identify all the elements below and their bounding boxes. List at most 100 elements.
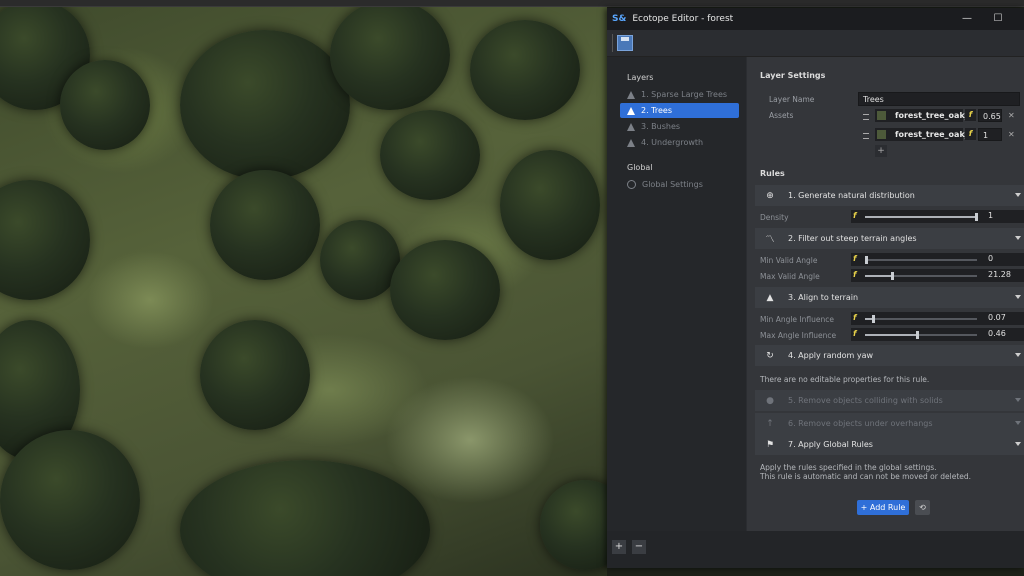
chevron-down-icon[interactable] bbox=[1015, 442, 1021, 446]
min-angle-influence-slider[interactable]: f 0.07 bbox=[851, 312, 1024, 325]
asset-field[interactable]: forest_tree_oak_ bbox=[875, 128, 969, 141]
drag-handle-icon[interactable] bbox=[863, 133, 869, 139]
mountain-icon: ▲ bbox=[766, 292, 774, 303]
f-badge-icon: f bbox=[965, 128, 976, 140]
rule-label: 2. Filter out steep terrain angles bbox=[788, 234, 917, 243]
tree-icon bbox=[627, 138, 635, 147]
globe-icon bbox=[627, 180, 636, 189]
rule-label: 6. Remove objects under overhangs bbox=[788, 419, 933, 428]
maximize-button[interactable]: ☐ bbox=[991, 12, 1005, 26]
slider-track[interactable] bbox=[865, 272, 977, 280]
add-asset-button[interactable]: + bbox=[875, 145, 887, 157]
reset-icon[interactable]: ⟲ bbox=[915, 500, 930, 515]
tree-icon bbox=[627, 122, 635, 131]
density-slider[interactable]: f 1 bbox=[851, 210, 1024, 223]
rule-header[interactable]: ↑ 6. Remove objects under overhangs bbox=[755, 413, 1024, 434]
title-bar[interactable]: S& Ecotope Editor - forest — ☐ bbox=[607, 8, 1024, 30]
tree-canopy bbox=[470, 20, 580, 120]
layer-name-input[interactable]: Trees bbox=[858, 92, 1020, 106]
slider-value: 0.46 bbox=[988, 329, 1006, 338]
rule-header[interactable]: ⚑ 7. Apply Global Rules bbox=[755, 434, 1024, 455]
chevron-down-icon[interactable] bbox=[1015, 353, 1021, 357]
layers-header: Layers bbox=[627, 73, 654, 82]
slider-value: 0.07 bbox=[988, 313, 1006, 322]
layer-item[interactable]: 4. Undergrowth bbox=[620, 135, 739, 150]
layer-item-label: 1. Sparse Large Trees bbox=[641, 90, 728, 99]
toolbar-separator bbox=[612, 34, 613, 52]
layer-item[interactable]: 2. Trees bbox=[620, 103, 739, 118]
f-badge-icon: f bbox=[853, 211, 857, 220]
tree-icon bbox=[627, 90, 635, 99]
slider-track[interactable] bbox=[865, 213, 978, 221]
max-valid-angle-slider[interactable]: f 21.28 bbox=[851, 269, 1024, 282]
chevron-down-icon[interactable] bbox=[1015, 398, 1021, 402]
circle-icon: ● bbox=[766, 395, 774, 406]
layer-name-label: Layer Name bbox=[769, 95, 815, 104]
asset-weight-input[interactable]: 1 bbox=[978, 128, 1002, 141]
remove-asset-icon[interactable]: ✕ bbox=[1008, 111, 1015, 120]
asset-weight-input[interactable]: 0.65 bbox=[978, 109, 1002, 122]
assets-label: Assets bbox=[769, 111, 794, 120]
min-valid-angle-slider[interactable]: f 0 bbox=[851, 253, 1024, 266]
global-rules-note: This rule is automatic and can not be mo… bbox=[760, 472, 972, 481]
max-angle-influence-label: Max Angle Influence bbox=[760, 331, 837, 340]
slider-fill bbox=[865, 275, 892, 277]
rules-title: Rules bbox=[760, 169, 785, 178]
f-badge-icon: f bbox=[853, 270, 857, 279]
asset-field[interactable]: forest_tree_oak_ bbox=[875, 109, 969, 122]
rule-label: 7. Apply Global Rules bbox=[788, 440, 873, 449]
ecotope-editor-window: S& Ecotope Editor - forest — ☐ Layers 1.… bbox=[607, 8, 1024, 568]
asset-thumbnail bbox=[877, 130, 886, 139]
minimize-button[interactable]: — bbox=[960, 12, 974, 26]
tree-canopy bbox=[60, 60, 150, 150]
window-title: Ecotope Editor - forest bbox=[632, 14, 734, 24]
slider-thumb[interactable] bbox=[891, 272, 894, 280]
rule-header[interactable]: ▲ 3. Align to terrain bbox=[755, 287, 1024, 308]
asset-thumbnail bbox=[877, 111, 886, 120]
f-badge-icon: f bbox=[853, 254, 857, 263]
drag-handle-icon[interactable] bbox=[863, 114, 869, 120]
layer-item[interactable]: 3. Bushes bbox=[620, 119, 739, 134]
slider-thumb[interactable] bbox=[865, 256, 868, 264]
layer-item[interactable]: 1. Sparse Large Trees bbox=[620, 87, 739, 102]
chevron-down-icon[interactable] bbox=[1015, 236, 1021, 240]
plus-circle-icon: ⊕ bbox=[766, 190, 774, 201]
min-valid-angle-label: Min Valid Angle bbox=[760, 256, 818, 265]
tree-canopy bbox=[330, 0, 450, 110]
rule-header[interactable]: 〽 2. Filter out steep terrain angles bbox=[755, 228, 1024, 249]
global-settings-item[interactable]: Global Settings bbox=[620, 177, 739, 192]
remove-asset-icon[interactable]: ✕ bbox=[1008, 130, 1015, 139]
rule-header[interactable]: ↻ 4. Apply random yaw bbox=[755, 345, 1024, 366]
rule-header[interactable]: ● 5. Remove objects colliding with solid… bbox=[755, 390, 1024, 411]
floppy-disk-icon[interactable] bbox=[617, 35, 633, 51]
layer-item-label: 4. Undergrowth bbox=[641, 138, 704, 147]
rule-header[interactable]: ⊕ 1. Generate natural distribution bbox=[755, 185, 1024, 206]
slider-track[interactable] bbox=[865, 315, 977, 323]
slider-thumb[interactable] bbox=[916, 331, 919, 339]
arrow-up-icon: ↑ bbox=[766, 418, 774, 429]
chevron-down-icon[interactable] bbox=[1015, 193, 1021, 197]
slider-track[interactable] bbox=[865, 331, 977, 339]
layer-item-label: 3. Bushes bbox=[641, 122, 681, 131]
tree-canopy bbox=[180, 460, 430, 576]
f-badge-icon: f bbox=[853, 313, 857, 322]
top-strip bbox=[0, 0, 1024, 7]
slider-thumb[interactable] bbox=[975, 213, 978, 221]
slider-value: 0 bbox=[988, 254, 994, 263]
add-rule-button[interactable]: + Add Rule bbox=[857, 500, 909, 515]
layers-panel: Layers 1. Sparse Large Trees 2. Trees 3.… bbox=[607, 57, 746, 531]
chevron-down-icon[interactable] bbox=[1015, 421, 1021, 425]
slider-track[interactable] bbox=[865, 256, 977, 264]
remove-layer-button[interactable]: − bbox=[632, 540, 646, 554]
add-layer-button[interactable]: + bbox=[612, 540, 626, 554]
yaw-note: There are no editable properties for thi… bbox=[760, 375, 930, 384]
slider-thumb[interactable] bbox=[872, 315, 875, 323]
3d-viewport[interactable] bbox=[0, 0, 607, 576]
max-angle-influence-slider[interactable]: f 0.46 bbox=[851, 328, 1024, 341]
app-logo-icon: S& bbox=[612, 14, 627, 24]
chevron-down-icon[interactable] bbox=[1015, 295, 1021, 299]
density-label: Density bbox=[760, 213, 789, 222]
slider-value: 1 bbox=[988, 211, 994, 220]
tree-canopy bbox=[210, 170, 320, 280]
global-settings-label: Global Settings bbox=[642, 180, 703, 189]
